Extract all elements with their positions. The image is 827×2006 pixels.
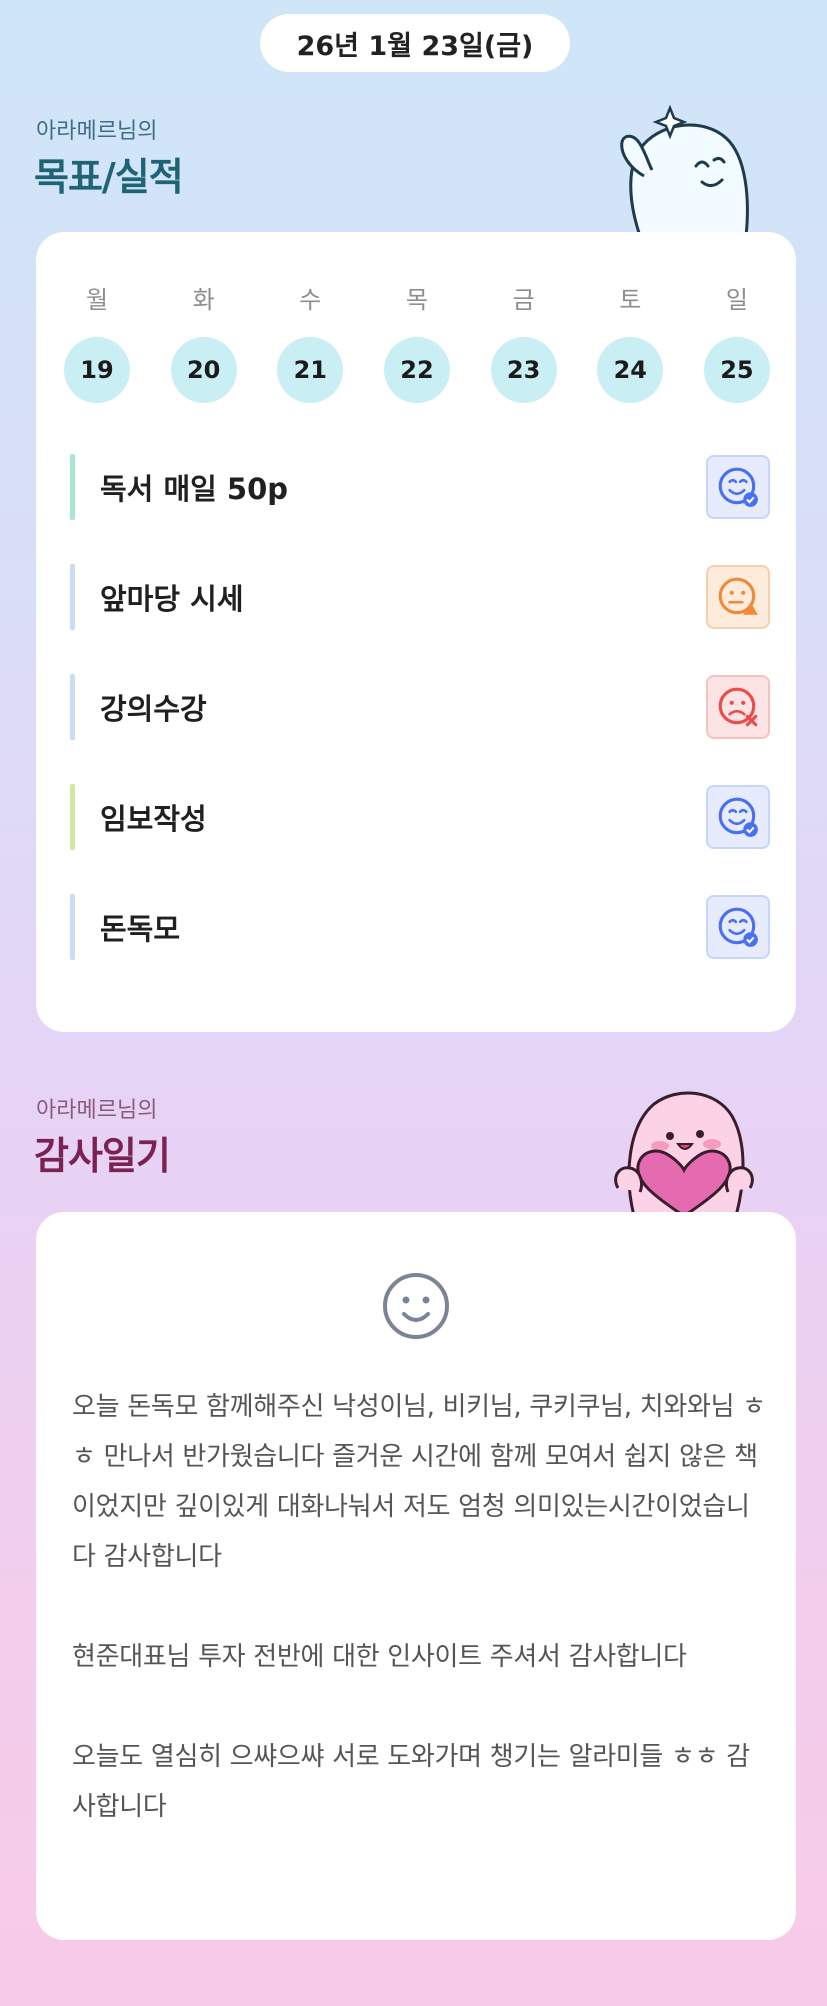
goal-color-bar [70,454,75,520]
date-button[interactable]: 19 [64,337,130,403]
goal-row[interactable]: 독서 매일 50p [70,454,770,520]
goal-color-bar [70,674,75,740]
date-button[interactable]: 25 [703,337,770,403]
goal-label: 강의수강 [100,692,207,726]
goal-row[interactable]: 앞마당 시세 [70,564,770,630]
date-button[interactable]: 22 [383,337,450,403]
date-row: 19 20 21 22 23 24 25 [64,315,770,403]
goal-row[interactable]: 임보작성 [70,784,770,850]
status-button[interactable] [706,895,770,959]
diary-paragraph: 오늘 돈독모 함께해주신 낙성이님, 비키님, 쿠키쿠님, 치와와님 ㅎㅎ 만나… [72,1392,766,1572]
goal-color-bar [70,894,75,960]
weekday-label: 일 [725,286,748,314]
goal-label: 앞마당 시세 [100,582,244,616]
date-button[interactable]: 21 [277,337,344,403]
date-button[interactable]: 20 [170,337,237,403]
gratitude-card: 오늘 돈독모 함께해주신 낙성이님, 비키님, 쿠키쿠님, 치와와님 ㅎㅎ 만나… [36,1212,796,1940]
weekday-label: 목 [405,286,429,314]
weekday-label: 수 [299,286,322,314]
goal-row[interactable]: 강의수강 [70,674,770,740]
weekday-label: 금 [512,286,535,314]
heart-character-icon [614,1091,754,1216]
weekday-row: 월 화 수 목 금 토 일 [64,280,770,315]
status-button[interactable] [706,785,770,849]
smile-check-icon [718,467,758,507]
date-label: 26년 1월 23일(금) [296,30,534,62]
status-button[interactable] [706,675,770,739]
weekday-label: 월 [85,286,109,314]
status-button[interactable] [706,565,770,629]
goal-row[interactable]: 돈독모 [70,894,770,960]
goal-color-bar [70,784,75,850]
smile-check-icon [718,907,758,947]
date-pill[interactable]: 26년 1월 23일(금) [260,14,570,72]
gratitude-subtitle: 아라메르님의 [36,1098,158,1123]
smile-check-icon [718,797,758,837]
goal-list: 독서 매일 50p 앞마당 시세 강의수강 임보작성 돈독모 [70,454,770,1004]
goals-card: 월 화 수 목 금 토 일 19 20 21 22 23 24 25 독서 매일… [36,232,796,1032]
diary-text: 오늘 돈독모 함께해주신 낙성이님, 비키님, 쿠키쿠님, 치와와님 ㅎㅎ 만나… [72,1382,772,1882]
diary-paragraph: 오늘도 열심히 으쌰으쌰 서로 도와가며 챙기는 알라미들 ㅎㅎ 감사합니다 [72,1742,750,1822]
weekday-label: 화 [192,286,215,314]
status-button[interactable] [706,455,770,519]
goals-title: 목표/실적 [34,155,184,199]
week-calendar: 월 화 수 목 금 토 일 19 20 21 22 23 24 25 [64,280,770,403]
neutral-warning-icon [718,577,758,615]
frown-x-icon [718,687,758,727]
smile-icon [383,1273,449,1339]
goal-label: 돈독모 [100,912,181,946]
goal-color-bar [70,564,75,630]
goal-label: 독서 매일 50p [100,472,289,506]
ghost-character-icon [620,104,749,236]
date-button[interactable]: 24 [597,337,664,403]
gratitude-title: 감사일기 [34,1134,171,1178]
goal-label: 임보작성 [100,802,207,836]
diary-paragraph: 현준대표님 투자 전반에 대한 인사이트 주셔서 감사합니다 [72,1642,687,1672]
goals-subtitle: 아라메르님의 [36,119,158,144]
weekday-label: 토 [619,286,642,314]
date-button[interactable]: 23 [490,337,557,403]
